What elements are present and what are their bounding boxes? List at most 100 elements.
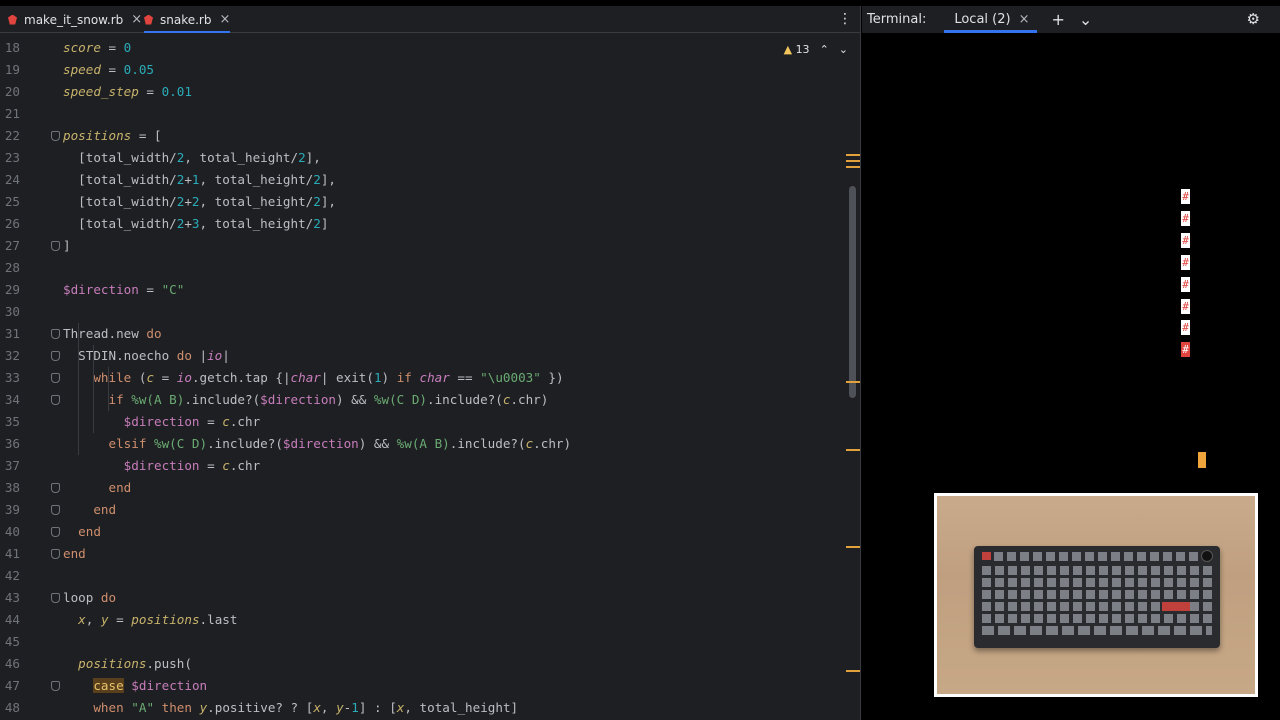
- line-number[interactable]: 23: [0, 147, 20, 169]
- tab-make-it-snow[interactable]: make_it_snow.rb ×: [8, 6, 142, 33]
- line-number[interactable]: 25: [0, 191, 20, 213]
- code-line[interactable]: 21: [0, 103, 845, 125]
- fold-icon[interactable]: [51, 549, 60, 559]
- code-text[interactable]: [total_width/2+3, total_height/2]: [63, 213, 328, 235]
- code-line[interactable]: 24 [total_width/2+1, total_height/2],: [0, 169, 845, 191]
- line-number[interactable]: 47: [0, 675, 20, 697]
- code-text[interactable]: positions.push(: [63, 653, 192, 675]
- error-stripe-mark[interactable]: [846, 546, 860, 548]
- line-number[interactable]: 44: [0, 609, 20, 631]
- code-line[interactable]: 30: [0, 301, 845, 323]
- add-icon[interactable]: +: [1051, 10, 1064, 29]
- code-line[interactable]: 44 x, y = positions.last: [0, 609, 845, 631]
- code-line[interactable]: 48 when "A" then y.positive? ? [x, y-1] …: [0, 697, 845, 719]
- code-line[interactable]: 31 Thread.new do: [0, 323, 845, 345]
- error-stripe-mark[interactable]: [846, 154, 860, 156]
- error-stripe-mark[interactable]: [846, 381, 860, 383]
- line-number[interactable]: 39: [0, 499, 20, 521]
- line-number[interactable]: 35: [0, 411, 20, 433]
- line-number[interactable]: 37: [0, 455, 20, 477]
- error-stripe-mark[interactable]: [846, 160, 860, 162]
- line-number[interactable]: 26: [0, 213, 20, 235]
- code-text[interactable]: while (c = io.getch.tap {|char| exit(1) …: [63, 367, 563, 389]
- code-line[interactable]: 43 loop do: [0, 587, 845, 609]
- line-number[interactable]: 34: [0, 389, 20, 411]
- line-number[interactable]: 32: [0, 345, 20, 367]
- code-line[interactable]: 19 speed = 0.05: [0, 59, 845, 81]
- error-stripe-mark[interactable]: [846, 670, 860, 672]
- fold-icon[interactable]: [51, 681, 60, 691]
- code-line[interactable]: 23 [total_width/2, total_height/2],: [0, 147, 845, 169]
- code-line[interactable]: 36 elsif %w(C D).include?($direction) &&…: [0, 433, 845, 455]
- code-text[interactable]: x, y = positions.last: [63, 609, 237, 631]
- error-stripe-mark[interactable]: [846, 166, 860, 168]
- line-number[interactable]: 42: [0, 565, 20, 587]
- line-number[interactable]: 40: [0, 521, 20, 543]
- code-line[interactable]: 27]: [0, 235, 845, 257]
- code-text[interactable]: case $direction: [63, 675, 207, 697]
- code-text[interactable]: positions = [: [63, 125, 162, 147]
- code-line[interactable]: 28: [0, 257, 845, 279]
- line-number[interactable]: 33: [0, 367, 20, 389]
- line-number[interactable]: 31: [0, 323, 20, 345]
- fold-icon[interactable]: [51, 373, 60, 383]
- close-icon[interactable]: ×: [131, 12, 142, 27]
- code-text[interactable]: end: [63, 477, 132, 499]
- code-text[interactable]: loop do: [63, 587, 116, 609]
- code-text[interactable]: ]: [63, 235, 71, 257]
- line-number[interactable]: 30: [0, 301, 20, 323]
- line-number[interactable]: 29: [0, 279, 20, 301]
- line-number[interactable]: 20: [0, 81, 20, 103]
- fold-icon[interactable]: [51, 351, 60, 361]
- code-area[interactable]: 18 score = 0 19 speed = 0.05 20 speed_step = …: [0, 34, 860, 720]
- code-text[interactable]: $direction = "C": [63, 279, 184, 301]
- line-number[interactable]: 21: [0, 103, 20, 125]
- fold-icon[interactable]: [51, 527, 60, 537]
- line-number[interactable]: 18: [0, 37, 20, 59]
- line-number[interactable]: 48: [0, 697, 20, 719]
- code-editor[interactable]: make_it_snow.rb × snake.rb × ⋮ ▲ 13 ⌃ ⌄ …: [0, 6, 861, 720]
- code-line[interactable]: 40 end: [0, 521, 845, 543]
- code-line[interactable]: 26 [total_width/2+3, total_height/2]: [0, 213, 845, 235]
- code-text[interactable]: if %w(A B).include?($direction) && %w(C …: [63, 389, 549, 411]
- code-line[interactable]: 35 $direction = c.chr: [0, 411, 845, 433]
- code-line[interactable]: 46 positions.push(: [0, 653, 845, 675]
- line-number[interactable]: 28: [0, 257, 20, 279]
- code-text[interactable]: [total_width/2+2, total_height/2],: [63, 191, 336, 213]
- code-text[interactable]: speed_step = 0.01: [63, 81, 192, 103]
- code-line[interactable]: 42: [0, 565, 845, 587]
- fold-icon[interactable]: [51, 505, 60, 515]
- code-line[interactable]: 34 if %w(A B).include?($direction) && %w…: [0, 389, 845, 411]
- tab-snake[interactable]: snake.rb ×: [144, 6, 231, 33]
- code-line[interactable]: 18 score = 0: [0, 37, 845, 59]
- code-line[interactable]: 33 while (c = io.getch.tap {|char| exit(…: [0, 367, 845, 389]
- code-text[interactable]: end: [63, 521, 101, 543]
- fold-icon[interactable]: [51, 593, 60, 603]
- line-number[interactable]: 46: [0, 653, 20, 675]
- code-line[interactable]: 38 end: [0, 477, 845, 499]
- line-number[interactable]: 45: [0, 631, 20, 653]
- code-text[interactable]: score = 0: [63, 37, 131, 59]
- line-number[interactable]: 19: [0, 59, 20, 81]
- code-text[interactable]: STDIN.noecho do |io|: [63, 345, 230, 367]
- line-number[interactable]: 43: [0, 587, 20, 609]
- code-line[interactable]: 20 speed_step = 0.01: [0, 81, 845, 103]
- fold-icon[interactable]: [51, 483, 60, 493]
- code-line[interactable]: 39 end: [0, 499, 845, 521]
- code-text[interactable]: $direction = c.chr: [63, 455, 261, 477]
- line-number[interactable]: 41: [0, 543, 20, 565]
- line-number[interactable]: 36: [0, 433, 20, 455]
- vertical-scrollbar[interactable]: [849, 186, 856, 398]
- code-line[interactable]: 29 $direction = "C": [0, 279, 845, 301]
- tab-terminal-local[interactable]: Local (2) ×: [944, 6, 1038, 33]
- chevron-down-icon[interactable]: ⌄: [1079, 10, 1092, 29]
- fold-icon[interactable]: [51, 131, 60, 141]
- code-text[interactable]: elsif %w(C D).include?($direction) && %w…: [63, 433, 572, 455]
- line-number[interactable]: 38: [0, 477, 20, 499]
- code-text[interactable]: [total_width/2, total_height/2],: [63, 147, 321, 169]
- code-text[interactable]: end: [63, 543, 86, 565]
- close-icon[interactable]: ×: [219, 12, 230, 27]
- line-number[interactable]: 22: [0, 125, 20, 147]
- code-line[interactable]: 37 $direction = c.chr: [0, 455, 845, 477]
- fold-icon[interactable]: [51, 241, 60, 251]
